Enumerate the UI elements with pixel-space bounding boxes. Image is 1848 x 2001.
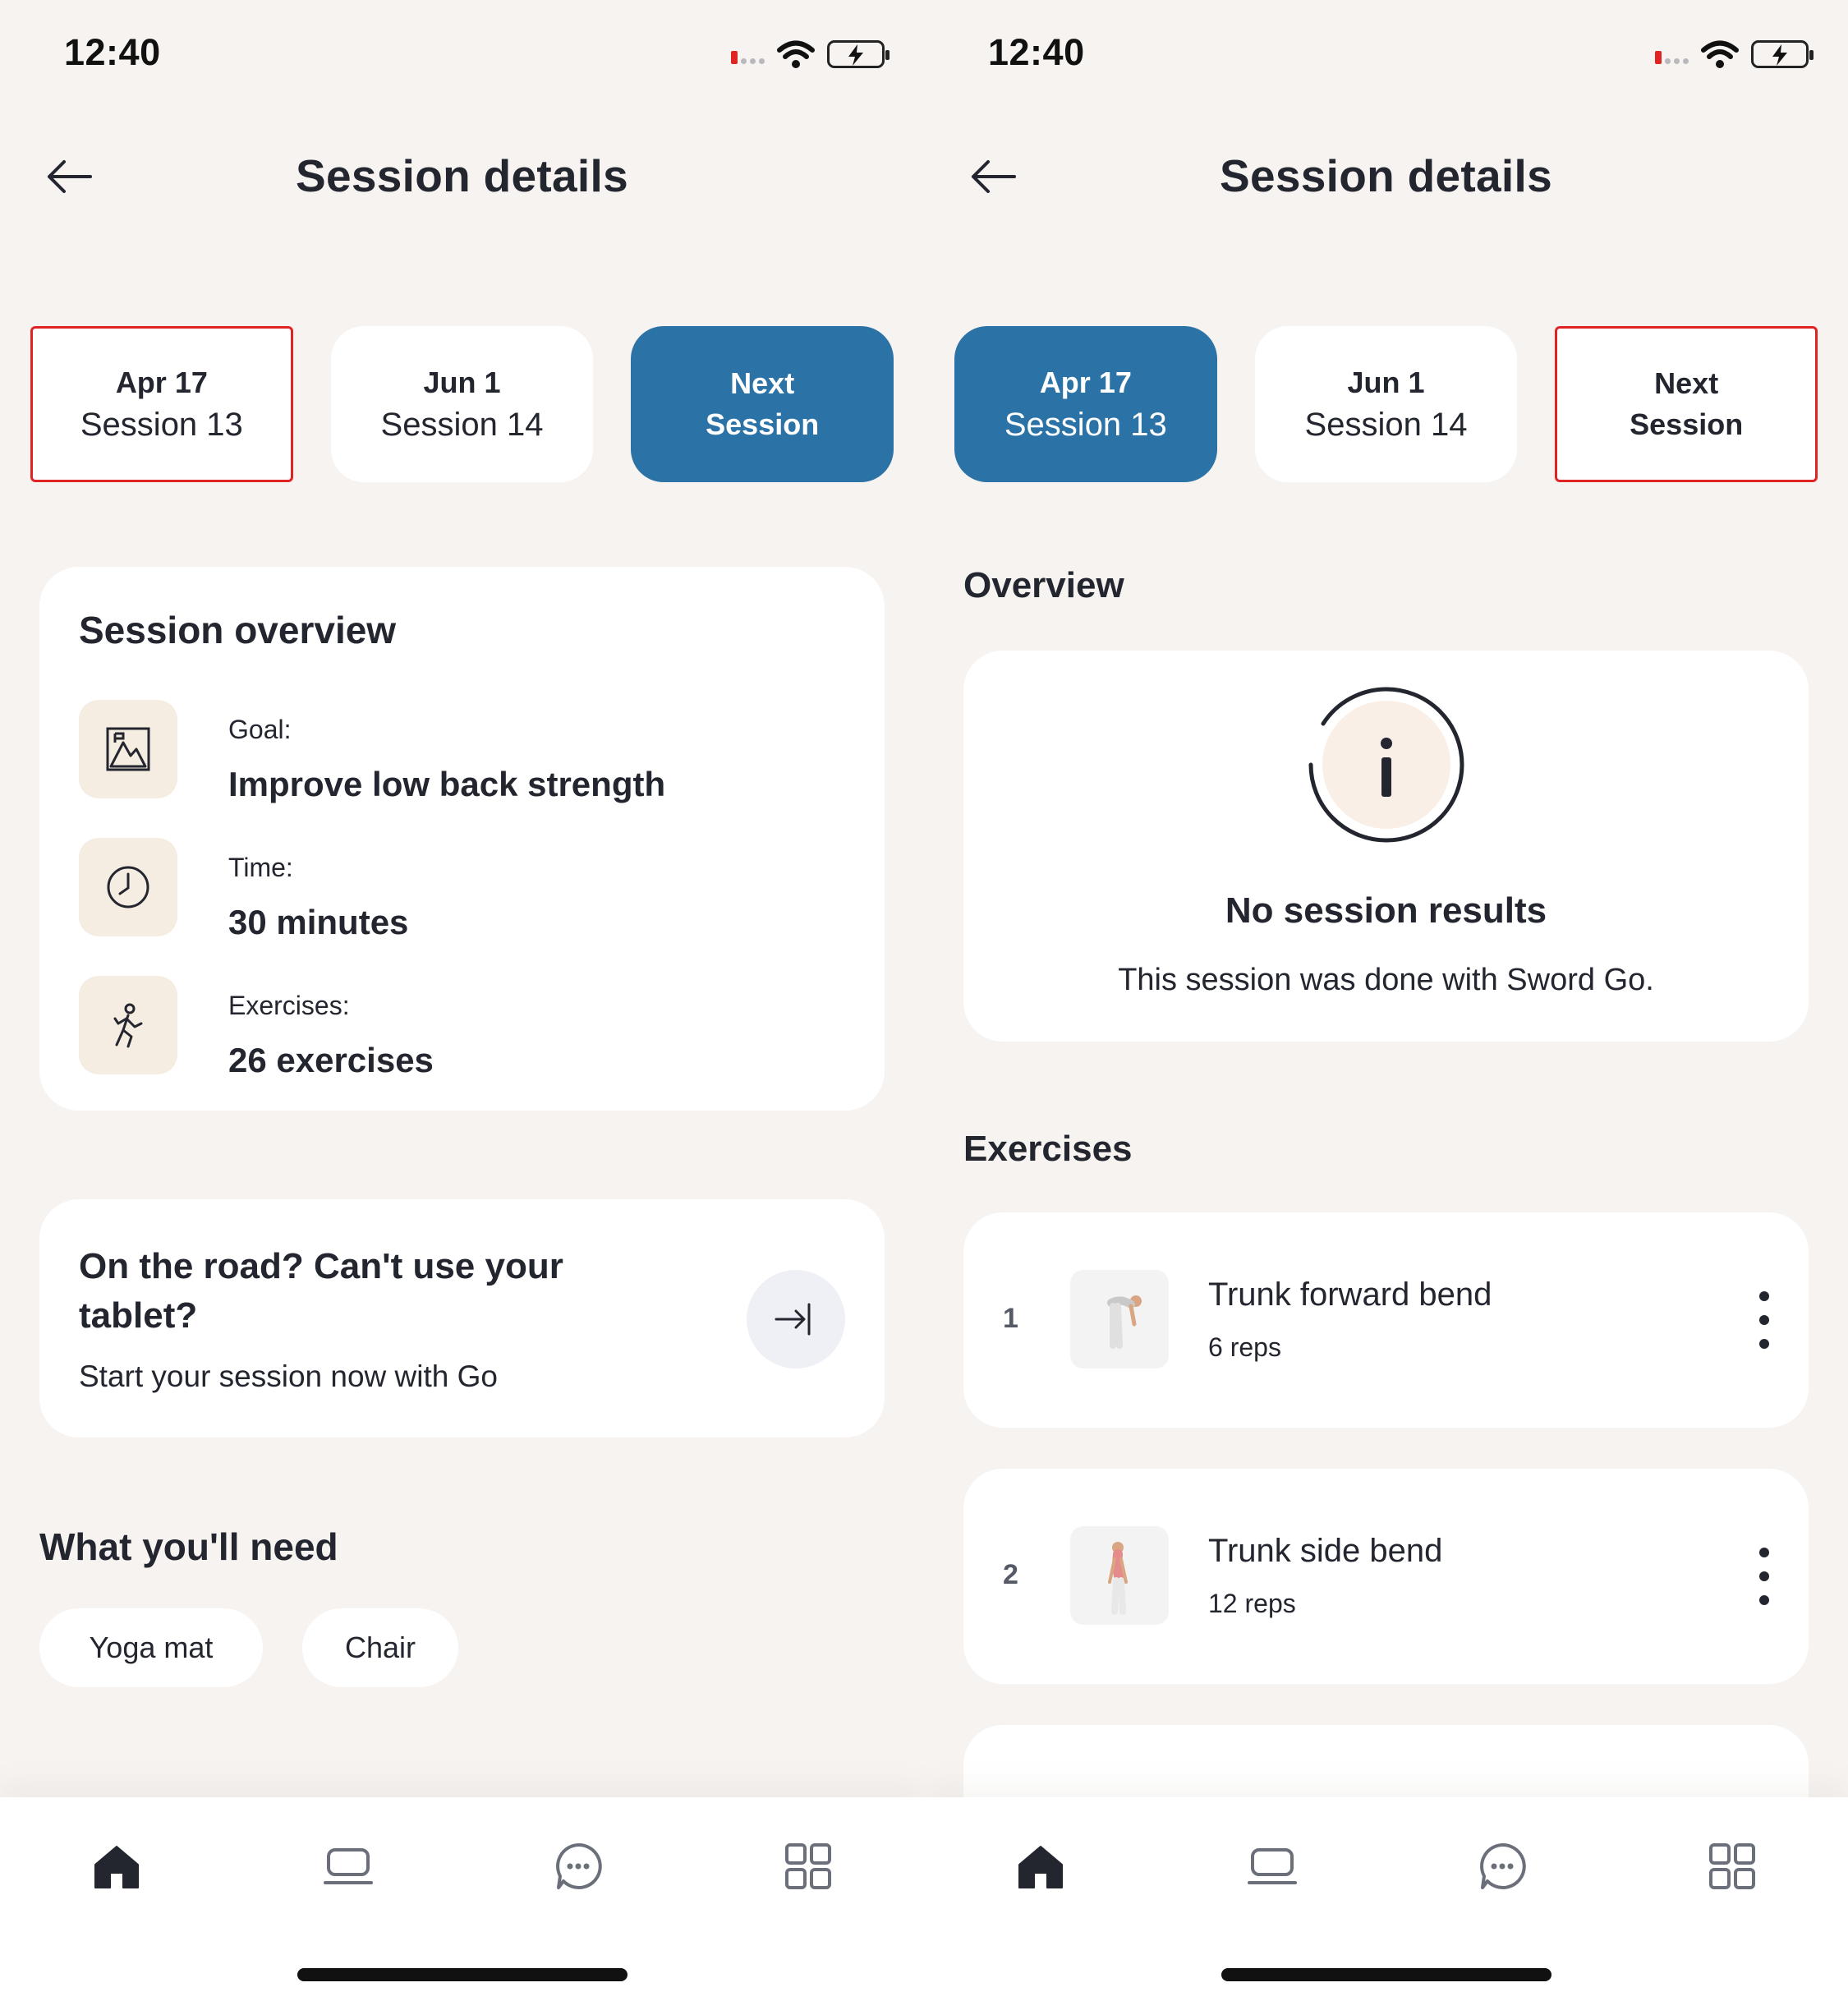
tab-session: Session — [1630, 407, 1744, 441]
exercise-reps: 12 reps — [1208, 1589, 1296, 1618]
status-icons — [731, 39, 890, 69]
on-the-road-title: On the road? Can't use your tablet? — [79, 1246, 563, 1336]
equipment-yoga-mat: Yoga mat — [39, 1608, 263, 1687]
time-row: Time: 30 minutes — [79, 838, 408, 942]
tab-next-session[interactable]: Next Session — [631, 326, 894, 482]
tab-session-14[interactable]: Jun 1 Session 14 — [1254, 326, 1518, 482]
home-indicator — [1221, 1968, 1551, 1981]
nav-device[interactable] — [315, 1833, 381, 1899]
battery-icon — [827, 40, 890, 68]
page-title: Session details — [296, 150, 628, 201]
exercise-name: Trunk forward bend — [1208, 1276, 1492, 1313]
nav-chat[interactable] — [545, 1833, 611, 1899]
overview-heading: Overview — [963, 565, 1124, 605]
exercises-value: 26 exercises — [228, 1041, 434, 1079]
tab-label: Session 14 — [1304, 406, 1468, 443]
exercises-icon-box — [79, 976, 177, 1074]
status-time: 12:40 — [988, 31, 1085, 73]
home-indicator — [297, 1968, 627, 1981]
tab-label: Session 13 — [1004, 406, 1167, 443]
screen-session-results: 12:40 Session details Apr 17 Session 13 … — [924, 0, 1848, 2001]
running-person-icon — [113, 1003, 143, 1048]
home-icon — [1018, 1846, 1063, 1888]
more-vertical-icon — [1759, 1291, 1769, 1301]
nav-home[interactable] — [1008, 1833, 1073, 1899]
page-title: Session details — [1220, 150, 1552, 201]
status-icons — [1655, 39, 1814, 69]
tab-session-13[interactable]: Apr 17 Session 13 — [30, 326, 293, 482]
session-tabs: Apr 17 Session 13 Jun 1 Session 14 Next … — [954, 326, 1818, 482]
tab-label: Session 13 — [80, 406, 243, 443]
tab-session: Session — [706, 407, 820, 441]
tab-date: Apr 17 — [1039, 365, 1132, 399]
exercises-label: Exercises: — [228, 991, 350, 1020]
tab-date: Jun 1 — [1347, 365, 1425, 399]
signal-icon — [1655, 44, 1689, 64]
time-label: Time: — [228, 853, 293, 882]
tab-next: Next — [730, 366, 795, 400]
on-the-road-subtitle: Start your session now with Go — [79, 1359, 498, 1393]
status-time: 12:40 — [64, 31, 161, 73]
exercise-thumbnail — [1070, 1270, 1169, 1368]
more-vertical-icon — [1759, 1548, 1769, 1557]
laptop-icon — [324, 1848, 373, 1884]
equipment-chair: Chair — [302, 1608, 458, 1687]
tab-next-session[interactable]: Next Session — [1555, 326, 1818, 482]
tab-session-13[interactable]: Apr 17 Session 13 — [954, 326, 1217, 482]
laptop-icon — [1248, 1848, 1297, 1884]
apps-grid-icon — [785, 1843, 831, 1889]
session-tabs: Apr 17 Session 13 Jun 1 Session 14 Next … — [30, 326, 894, 482]
signal-icon — [731, 44, 765, 64]
no-results-title: No session results — [1225, 890, 1547, 931]
trunk-side-bend-figure-icon — [1108, 1542, 1128, 1615]
tab-session-14[interactable]: Jun 1 Session 14 — [330, 326, 594, 482]
clock-icon — [107, 866, 149, 908]
trunk-forward-bend-figure-icon — [1107, 1295, 1142, 1349]
exercise-more-button[interactable] — [1754, 1548, 1774, 1605]
goal-icon-box — [79, 700, 177, 798]
time-value: 30 minutes — [228, 903, 409, 941]
goal-row: Goal: Improve low back strength — [79, 700, 665, 804]
screen-session-overview: 12:40 Session details Apr 17 Session 13 … — [0, 0, 924, 2001]
exercises-heading: Exercises — [963, 1129, 1133, 1169]
exercise-reps: 6 reps — [1208, 1332, 1281, 1362]
wifi-icon — [1701, 40, 1739, 68]
exercise-thumbnail — [1070, 1526, 1169, 1625]
goal-value: Improve low back strength — [228, 765, 666, 803]
tab-date: Jun 1 — [423, 365, 501, 399]
mountain-icon — [106, 727, 150, 771]
exercise-number: 2 — [1003, 1559, 1018, 1590]
nav-apps[interactable] — [1699, 1833, 1765, 1899]
exercise-more-button[interactable] — [1754, 1291, 1774, 1349]
nav-device[interactable] — [1239, 1833, 1305, 1899]
time-icon-box — [79, 838, 177, 936]
exercise-name: Trunk side bend — [1208, 1533, 1443, 1569]
nav-apps[interactable] — [775, 1833, 841, 1899]
nav-chat[interactable] — [1469, 1833, 1535, 1899]
overview-card-title: Session overview — [79, 609, 397, 651]
loading-spinner-icon — [1308, 687, 1464, 843]
arrow-right-exit-icon — [775, 1303, 811, 1336]
chat-icon — [1480, 1842, 1526, 1889]
home-icon — [94, 1846, 139, 1888]
tab-label: Session 14 — [380, 406, 544, 443]
chat-icon — [556, 1842, 602, 1889]
battery-icon — [1751, 40, 1814, 68]
exercise-number: 1 — [1003, 1303, 1018, 1334]
tab-date: Apr 17 — [115, 365, 208, 399]
tab-next: Next — [1654, 366, 1719, 400]
no-results-subtitle: This session was done with Sword Go. — [1118, 963, 1654, 997]
exercises-row: Exercises: 26 exercises — [79, 976, 434, 1080]
start-with-go-button[interactable] — [747, 1270, 845, 1368]
what-you-need-title: What you'll need — [39, 1525, 338, 1568]
wifi-icon — [777, 40, 815, 68]
nav-home[interactable] — [84, 1833, 149, 1899]
goal-label: Goal: — [228, 715, 292, 744]
apps-grid-icon — [1709, 1843, 1755, 1889]
